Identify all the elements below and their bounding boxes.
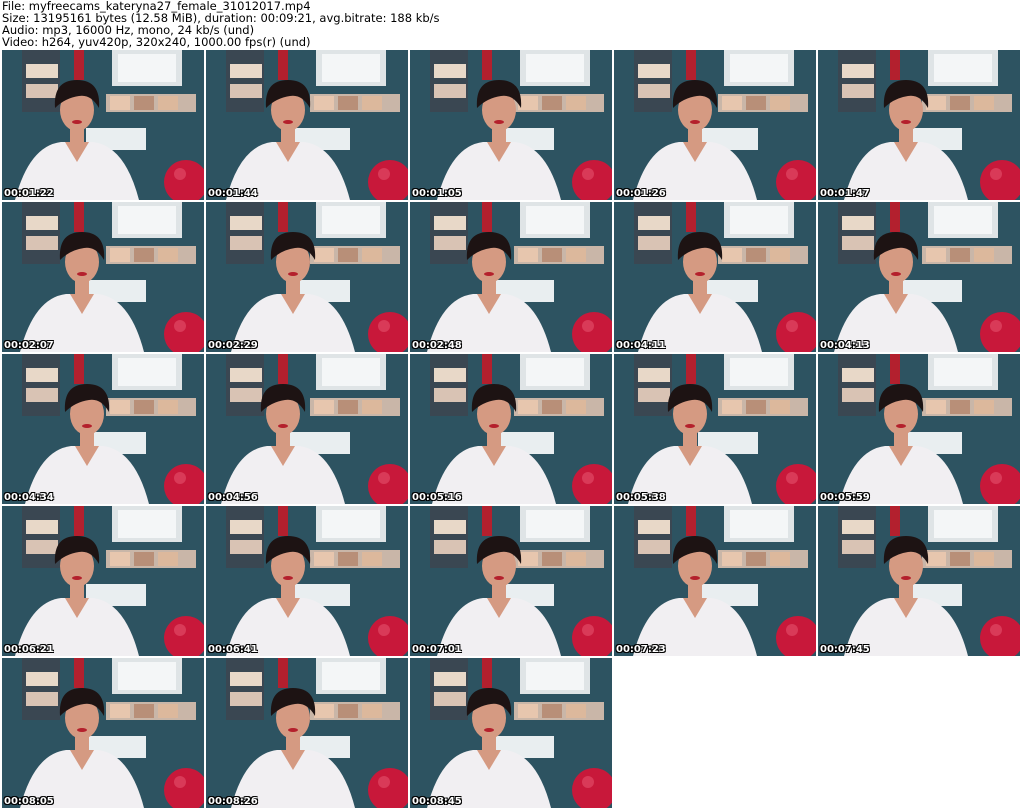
video-thumbnail: 00:05:38 bbox=[614, 354, 816, 504]
video-info-line: Video: h264, yuv420p, 320x240, 1000.00 f… bbox=[2, 35, 311, 49]
thumbnail-frame-image bbox=[614, 50, 816, 200]
thumbnail-timestamp: 00:02:48 bbox=[412, 340, 462, 351]
video-thumbnail: 00:08:45 bbox=[410, 658, 612, 808]
thumbnail-frame-image bbox=[818, 354, 1020, 504]
thumbnail-timestamp: 00:01:47 bbox=[820, 188, 870, 199]
thumbnail-timestamp: 00:08:45 bbox=[412, 796, 462, 807]
thumbnail-timestamp: 00:05:16 bbox=[412, 492, 462, 503]
video-thumbnail: 00:01:44 bbox=[206, 50, 408, 200]
video-thumbnail: 00:08:05 bbox=[2, 658, 204, 808]
video-thumbnail: 00:01:22 bbox=[2, 50, 204, 200]
thumbnail-frame-image bbox=[410, 506, 612, 656]
thumbnail-frame-image bbox=[410, 50, 612, 200]
thumbnail-frame-image bbox=[410, 354, 612, 504]
thumbnail-frame-image bbox=[206, 658, 408, 808]
video-thumbnail: 00:07:23 bbox=[614, 506, 816, 656]
thumbnail-timestamp: 00:05:59 bbox=[820, 492, 870, 503]
thumbnail-frame-image bbox=[2, 506, 204, 656]
thumbnail-timestamp: 00:01:22 bbox=[4, 188, 54, 199]
thumbnail-frame-image bbox=[2, 354, 204, 504]
thumbnail-frame-image bbox=[818, 50, 1020, 200]
thumbnail-frame-image bbox=[2, 50, 204, 200]
video-thumbnail: 00:06:41 bbox=[206, 506, 408, 656]
thumbnail-timestamp: 00:04:56 bbox=[208, 492, 258, 503]
video-thumbnail: 00:02:07 bbox=[2, 202, 204, 352]
thumbnail-timestamp: 00:06:41 bbox=[208, 644, 258, 655]
thumbnail-timestamp: 00:07:23 bbox=[616, 644, 666, 655]
video-thumbnail: 00:05:16 bbox=[410, 354, 612, 504]
thumbnail-timestamp: 00:01:05 bbox=[412, 188, 462, 199]
thumbnail-frame-image bbox=[2, 658, 204, 808]
video-thumbnail: 00:01:47 bbox=[818, 50, 1020, 200]
video-thumbnail: 00:07:45 bbox=[818, 506, 1020, 656]
thumbnail-timestamp: 00:01:26 bbox=[616, 188, 666, 199]
thumbnail-timestamp: 00:02:29 bbox=[208, 340, 258, 351]
video-thumbnail: 00:07:01 bbox=[410, 506, 612, 656]
thumbnail-frame-image bbox=[206, 506, 408, 656]
thumbnail-timestamp: 00:08:26 bbox=[208, 796, 258, 807]
thumbnail-frame-image bbox=[614, 354, 816, 504]
video-thumbnail: 00:06:21 bbox=[2, 506, 204, 656]
video-thumbnail: 00:01:26 bbox=[614, 50, 816, 200]
video-thumbnail: 00:04:34 bbox=[2, 354, 204, 504]
thumbnail-frame-image bbox=[206, 354, 408, 504]
file-info-header: File: myfreecams_kateryna27_female_31012… bbox=[2, 0, 1022, 48]
video-thumbnail: 00:01:05 bbox=[410, 50, 612, 200]
thumbnail-frame-image bbox=[410, 202, 612, 352]
thumbnail-frame-image bbox=[614, 202, 816, 352]
thumbnail-frame-image bbox=[206, 202, 408, 352]
video-thumbnail: 00:05:59 bbox=[818, 354, 1020, 504]
video-thumbnail: 00:02:29 bbox=[206, 202, 408, 352]
thumbnail-frame-image bbox=[818, 506, 1020, 656]
thumbnail-frame-image bbox=[206, 50, 408, 200]
thumbnail-timestamp: 00:04:13 bbox=[820, 340, 870, 351]
thumbnail-timestamp: 00:07:01 bbox=[412, 644, 462, 655]
thumbnail-timestamp: 00:06:21 bbox=[4, 644, 54, 655]
video-thumbnail: 00:04:11 bbox=[614, 202, 816, 352]
thumbnail-timestamp: 00:02:07 bbox=[4, 340, 54, 351]
video-thumbnail: 00:04:13 bbox=[818, 202, 1020, 352]
thumbnail-frame-image bbox=[614, 506, 816, 656]
thumbnail-timestamp: 00:04:11 bbox=[616, 340, 666, 351]
video-thumbnail: 00:08:26 bbox=[206, 658, 408, 808]
thumbnail-timestamp: 00:08:05 bbox=[4, 796, 54, 807]
video-thumbnail: 00:04:56 bbox=[206, 354, 408, 504]
thumbnail-timestamp: 00:01:44 bbox=[208, 188, 258, 199]
thumbnail-timestamp: 00:07:45 bbox=[820, 644, 870, 655]
thumbnail-timestamp: 00:05:38 bbox=[616, 492, 666, 503]
thumbnail-grid: 00:01:22 00:01:44 00:01:05 00:01:26 00:01:47… bbox=[0, 50, 1024, 811]
thumbnail-frame-image bbox=[2, 202, 204, 352]
thumbnail-frame-image bbox=[410, 658, 612, 808]
thumbnail-timestamp: 00:04:34 bbox=[4, 492, 54, 503]
video-thumbnail: 00:02:48 bbox=[410, 202, 612, 352]
thumbnail-frame-image bbox=[818, 202, 1020, 352]
